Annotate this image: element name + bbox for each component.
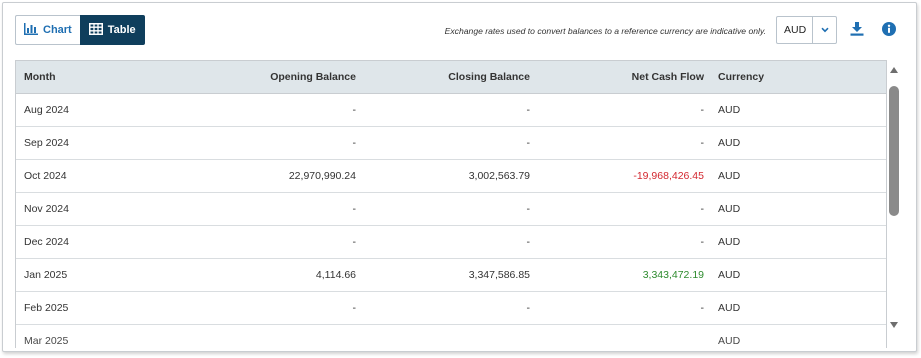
cell-month: Aug 2024	[24, 104, 69, 116]
info-icon[interactable]	[881, 21, 897, 37]
header-month[interactable]: Month	[16, 61, 192, 93]
chevron-down-icon[interactable]	[812, 17, 836, 43]
cell-currency: AUD	[718, 236, 741, 248]
cell-opening-balance: -	[352, 302, 357, 314]
cell-opening-balance: -	[352, 137, 357, 149]
cell-currency: AUD	[718, 203, 741, 215]
table-row: Dec 2024 - - - AUD	[16, 226, 886, 259]
cell-opening-balance: 4,114.66	[315, 269, 356, 281]
header-currency[interactable]: Currency	[706, 61, 876, 93]
cell-net-cash-flow: -	[700, 137, 705, 149]
table-header-row: Month Opening Balance Closing Balance Ne…	[16, 61, 886, 94]
table-view-button[interactable]: Table	[79, 15, 145, 45]
table-row: Aug 2024 - - - AUD	[16, 94, 886, 127]
chart-view-label: Chart	[43, 24, 72, 36]
cell-net-cash-flow: -	[700, 104, 705, 116]
exchange-rate-disclaimer: Exchange rates used to convert balances …	[444, 26, 766, 36]
cell-net-cash-flow: -	[700, 203, 705, 215]
cash-flow-panel: Chart Table Exchange rates used to conve…	[2, 2, 917, 352]
cell-month: Mar 2025	[24, 335, 69, 347]
cell-closing-balance: 3,347,586.85	[468, 269, 530, 281]
cell-month: Oct 2024	[24, 170, 67, 182]
cell-net-cash-flow: 3,343,472.19	[642, 269, 704, 281]
scroll-down-arrow-icon[interactable]	[887, 321, 901, 331]
table-grid-icon	[88, 22, 103, 38]
table-row: Mar 2025 AUD	[16, 325, 886, 348]
cell-currency: AUD	[718, 137, 741, 149]
cell-month: Feb 2025	[24, 302, 69, 314]
table-row: Feb 2025 - - - AUD	[16, 292, 886, 325]
view-toggle: Chart Table	[15, 15, 145, 45]
header-opening-balance[interactable]: Opening Balance	[192, 61, 358, 93]
cell-currency: AUD	[718, 335, 741, 347]
table-row: Sep 2024 - - - AUD	[16, 127, 886, 160]
cell-opening-balance: 22,970,990.24	[288, 170, 356, 182]
cell-currency: AUD	[718, 302, 741, 314]
cell-net-cash-flow: -	[700, 236, 705, 248]
currency-select[interactable]: AUD	[776, 16, 837, 44]
header-net-cash-flow[interactable]: Net Cash Flow	[532, 61, 706, 93]
currency-select-value: AUD	[784, 24, 807, 36]
cell-net-cash-flow	[532, 325, 706, 348]
table-row: Jan 2025 4,114.66 3,347,586.85 3,343,472…	[16, 259, 886, 292]
header-closing-balance[interactable]: Closing Balance	[358, 61, 532, 93]
cell-opening-balance: -	[352, 236, 357, 248]
cell-closing-balance: -	[526, 104, 531, 116]
cell-opening-balance	[192, 325, 358, 348]
cell-opening-balance: -	[352, 104, 357, 116]
cell-month: Jan 2025	[24, 269, 68, 281]
cell-currency: AUD	[718, 170, 741, 182]
cell-closing-balance: -	[526, 236, 531, 248]
cell-closing-balance: 3,002,563.79	[468, 170, 530, 182]
cell-currency: AUD	[718, 104, 741, 116]
cell-closing-balance	[358, 325, 532, 348]
cash-flow-table: Month Opening Balance Closing Balance Ne…	[15, 60, 887, 348]
cell-net-cash-flow: -	[700, 302, 705, 314]
table-row: Oct 2024 22,970,990.24 3,002,563.79 -19,…	[16, 160, 886, 193]
cell-closing-balance: -	[526, 137, 531, 149]
cell-closing-balance: -	[526, 203, 531, 215]
scroll-up-arrow-icon[interactable]	[887, 66, 901, 76]
scrollbar-thumb[interactable]	[889, 86, 899, 216]
cell-closing-balance: -	[526, 302, 531, 314]
cell-opening-balance: -	[352, 203, 357, 215]
cell-month: Nov 2024	[24, 203, 69, 215]
cell-currency: AUD	[718, 269, 741, 281]
cell-net-cash-flow: -19,968,426.45	[633, 170, 704, 182]
table-view-label: Table	[107, 24, 136, 36]
table-scrollbar[interactable]	[887, 63, 901, 335]
bar-chart-icon	[24, 22, 38, 38]
chart-view-button[interactable]: Chart	[15, 15, 80, 45]
cell-month: Dec 2024	[24, 236, 69, 248]
table-row: Nov 2024 - - - AUD	[16, 193, 886, 226]
download-icon[interactable]	[849, 21, 865, 37]
cell-month: Sep 2024	[24, 137, 69, 149]
